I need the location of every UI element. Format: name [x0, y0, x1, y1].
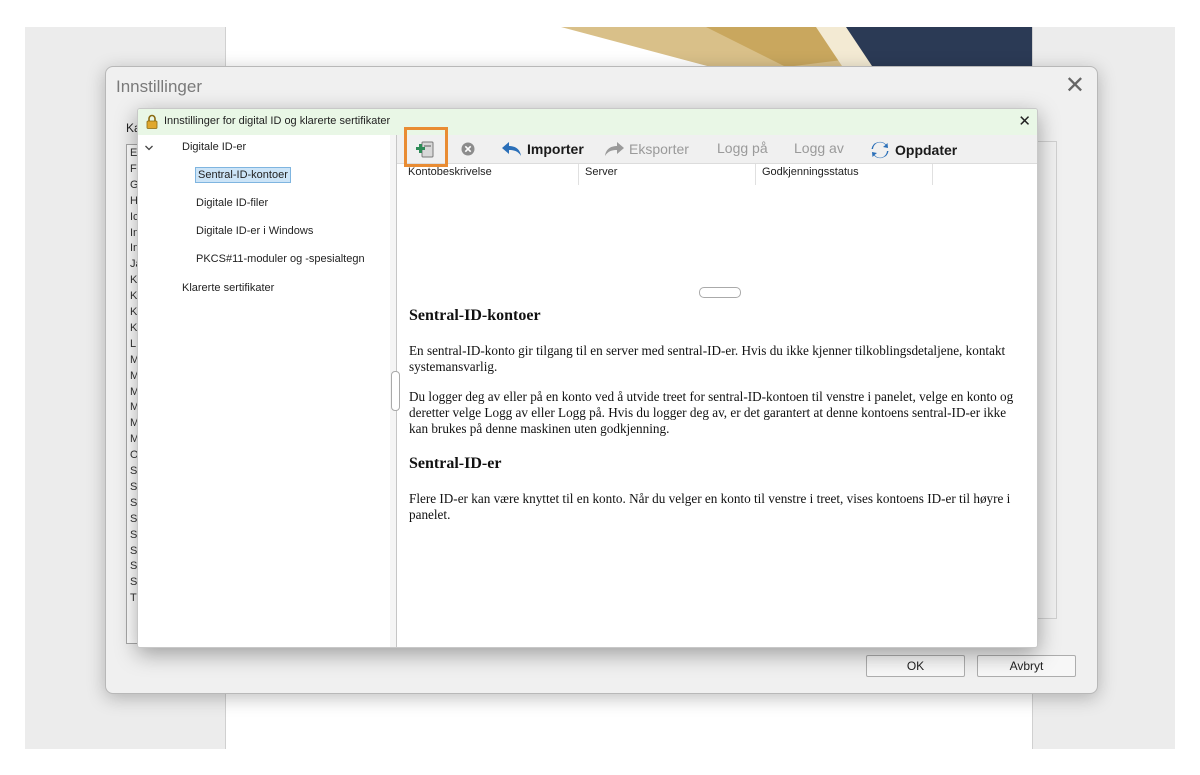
splitter-grip[interactable]: [391, 371, 400, 411]
horizontal-splitter-grip[interactable]: [699, 287, 741, 298]
delete-button[interactable]: [460, 141, 476, 157]
column-divider: [755, 164, 756, 185]
digital-id-dialog: Innstillinger for digital ID og klarerte…: [137, 108, 1038, 648]
category-list-item[interactable]: T: [130, 592, 137, 604]
dialog-title: Innstillinger: [116, 77, 202, 96]
refresh-label: Oppdater: [895, 142, 958, 158]
inner-title-bar: Innstillinger for digital ID og klarerte…: [138, 109, 1037, 135]
lock-icon: [146, 114, 158, 129]
import-label: Importer: [527, 141, 584, 157]
category-list-item[interactable]: F: [130, 163, 137, 175]
close-icon[interactable]: ✕: [1018, 112, 1031, 130]
help-paragraph: Du logger deg av eller på en konto ved å…: [409, 389, 1014, 436]
column-divider: [932, 164, 933, 185]
column-header-status[interactable]: Godkjenningsstatus: [762, 166, 859, 178]
ok-button[interactable]: OK: [866, 655, 965, 677]
category-list-item[interactable]: L: [130, 338, 136, 350]
tree-item-digital-id-files[interactable]: Digitale ID-filer: [196, 197, 268, 209]
logout-button[interactable]: Logg av: [794, 140, 844, 156]
chevron-down-icon[interactable]: [144, 143, 154, 153]
refresh-button[interactable]: Oppdater: [870, 140, 957, 160]
settings-panel-edge: [1036, 141, 1057, 619]
tree-item-trusted-certificates[interactable]: Klarerte sertifikater: [182, 282, 274, 294]
import-arrow-icon: [502, 142, 521, 156]
refresh-icon: [871, 141, 889, 159]
tree-item-windows-ids[interactable]: Digitale ID-er i Windows: [196, 225, 313, 237]
column-divider: [578, 164, 579, 185]
column-header-server[interactable]: Server: [585, 166, 617, 178]
tree-item-digital-ids[interactable]: Digitale ID-er: [182, 141, 246, 153]
help-paragraph: En sentral-ID-konto gir tilgang til en s…: [409, 343, 1006, 374]
export-button[interactable]: Eksporter: [603, 140, 689, 158]
inner-dialog-title: Innstillinger for digital ID og klarerte…: [164, 115, 391, 127]
add-button-highlight: [404, 127, 448, 167]
close-icon[interactable]: ✕: [1065, 73, 1085, 97]
delete-icon: [461, 142, 475, 156]
login-button[interactable]: Logg på: [717, 140, 768, 156]
help-heading-ids: Sentral-ID-er: [409, 455, 502, 472]
help-paragraph: Flere ID-er kan være knyttet til en kont…: [409, 491, 1011, 522]
cancel-button[interactable]: Avbryt: [977, 655, 1076, 677]
help-heading-accounts: Sentral-ID-kontoer: [409, 307, 541, 324]
tree-item-central-id-accounts[interactable]: Sentral-ID-kontoer: [195, 167, 291, 183]
toolbar: Importer Eksporter Logg på Logg av Oppda…: [397, 135, 1037, 164]
import-button[interactable]: Importer: [501, 140, 584, 158]
export-label: Eksporter: [629, 141, 689, 157]
navigation-tree: Digitale ID-er Sentral-ID-kontoer Digita…: [138, 135, 389, 647]
export-arrow-icon: [605, 142, 624, 156]
tree-item-pkcs11[interactable]: PKCS#11-moduler og -spesialtegn: [196, 253, 365, 265]
column-header-description[interactable]: Kontobeskrivelse: [408, 166, 492, 178]
